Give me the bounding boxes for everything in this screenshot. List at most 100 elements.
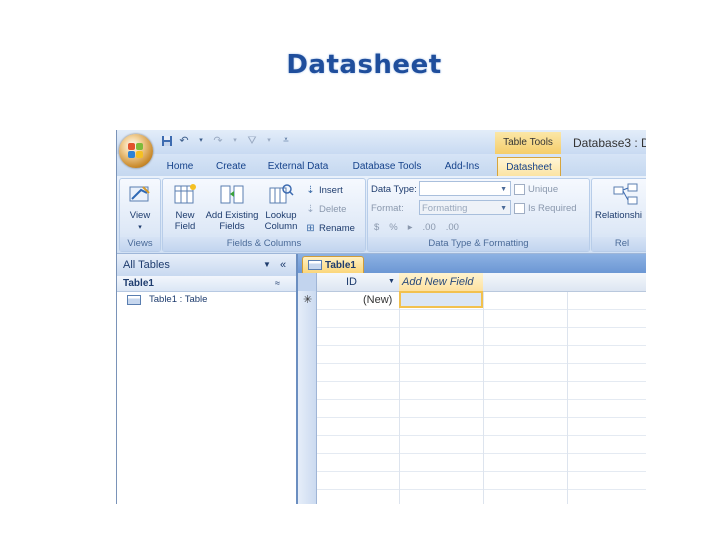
delete-label: Delete	[319, 203, 347, 215]
currency-format-button[interactable]: $	[374, 222, 379, 233]
data-type-label: Data Type:	[371, 183, 417, 195]
delete-column-icon: ⇣	[306, 203, 315, 215]
new-record-id-cell[interactable]: (New)	[363, 291, 392, 309]
table-icon	[308, 260, 322, 270]
collapse-pane-icon[interactable]: «	[280, 254, 286, 276]
new-field-button[interactable]: New Field	[169, 183, 201, 232]
document-tabs: Table1	[298, 254, 646, 273]
rename-column-icon: ⊞	[306, 222, 315, 234]
format-select[interactable]: Formatting ▼	[419, 200, 511, 215]
tab-datasheet[interactable]: Datasheet	[497, 157, 561, 177]
chevron-down-icon: ▼	[500, 205, 507, 212]
rename-label: Rename	[319, 222, 355, 234]
slide-title: Datasheet	[286, 50, 442, 80]
is-required-checkbox[interactable]: Is Required	[514, 201, 577, 215]
collapse-group-icon[interactable]: ≈	[275, 276, 280, 291]
table-tools-context: Table Tools	[495, 132, 561, 154]
comma-format-button[interactable]: ▸	[408, 222, 413, 233]
select-all-corner[interactable]	[298, 273, 316, 291]
tab-add-ins[interactable]: Add-Ins	[439, 157, 485, 176]
chevron-down-icon: ▼	[500, 186, 507, 193]
data-type-formatting-group: Data Type: ▼ Unique Format: Formatting ▼…	[367, 178, 590, 252]
view-label: View	[129, 210, 151, 221]
customize-icon[interactable]: ⩡	[280, 135, 292, 147]
fields-columns-group: New Field Add Existing Fields Lookup Col…	[162, 178, 366, 252]
new-field-icon	[172, 183, 198, 207]
number-format-row: $ % ▸ .00 .00	[374, 220, 459, 234]
chevron-down-icon[interactable]: ▼	[388, 273, 395, 291]
relationships-group: Relationshi Rel	[591, 178, 646, 252]
new-field-label-1: New	[175, 210, 195, 221]
dropdown-icon[interactable]: ▾	[229, 135, 241, 147]
add-existing-fields-icon	[219, 183, 245, 207]
tab-external-data[interactable]: External Data	[265, 157, 331, 176]
add-existing-fields-button[interactable]: Add Existing Fields	[203, 183, 261, 232]
title-bar: ↶ ▾ ↷ ▾ ⛛ ▾ ⩡ Table Tools Database3 : Da	[117, 130, 646, 154]
format-value: Formatting	[422, 203, 468, 214]
lookup-label-2: Column	[264, 221, 298, 232]
dropdown-icon[interactable]: ▾	[263, 135, 275, 147]
filter-icon[interactable]: ⛛	[246, 135, 258, 147]
rename-button[interactable]: ⊞ Rename	[305, 221, 355, 235]
nav-item-table1[interactable]: Table1 : Table	[127, 294, 207, 305]
tab-home[interactable]: Home	[161, 157, 199, 176]
column-header-add-new-field[interactable]: Add New Field	[399, 273, 483, 291]
view-icon	[127, 183, 153, 207]
insert-label: Insert	[319, 184, 343, 196]
chevron-down-icon[interactable]: ▼	[263, 254, 271, 276]
unique-checkbox[interactable]: Unique	[514, 182, 558, 196]
access-window: ↶ ▾ ↷ ▾ ⛛ ▾ ⩡ Table Tools Database3 : Da…	[116, 130, 646, 504]
add-existing-label-2: Fields	[219, 221, 245, 232]
column-divider	[567, 273, 568, 504]
lookup-column-icon	[268, 183, 294, 207]
redo-icon[interactable]: ↷	[212, 135, 224, 147]
nav-group-header[interactable]: Table1 ≈	[117, 276, 296, 292]
lookup-label-1: Lookup	[265, 210, 297, 221]
datasheet-grid[interactable]: ID ▼ Add New Field ✳ (New)	[298, 273, 646, 504]
nav-pane-header[interactable]: All Tables ▼ «	[117, 254, 296, 276]
is-required-check-box[interactable]	[514, 202, 525, 214]
percent-format-button[interactable]: %	[389, 222, 397, 233]
ribbon-tabs: Home Create External Data Database Tools…	[117, 154, 646, 177]
nav-item-label: Table1 : Table	[149, 294, 208, 305]
insert-column-icon: ⇣	[306, 184, 315, 196]
undo-icon[interactable]: ↶	[178, 135, 190, 147]
views-group-label: Views	[120, 237, 160, 251]
dropdown-icon[interactable]: ▾	[195, 135, 207, 147]
document-area: Table1 ID ▼ Add New Field ✳ (New)	[298, 254, 646, 504]
add-existing-label-1: Add Existing	[205, 210, 259, 221]
tab-create[interactable]: Create	[211, 157, 251, 176]
insert-button[interactable]: ⇣ Insert	[305, 183, 343, 197]
quick-access-toolbar: ↶ ▾ ↷ ▾ ⛛ ▾ ⩡	[161, 135, 292, 147]
office-logo-icon	[128, 143, 144, 159]
relationships-label: Relationshi	[595, 210, 642, 221]
data-type-select[interactable]: ▼	[419, 181, 511, 196]
relationships-button[interactable]: Relationshi	[595, 183, 646, 221]
is-required-label: Is Required	[528, 202, 577, 214]
save-icon[interactable]	[161, 135, 173, 147]
delete-button[interactable]: ⇣ Delete	[305, 202, 346, 216]
increase-decimals-button[interactable]: .00	[423, 222, 436, 233]
relationships-group-label: Rel	[592, 237, 646, 251]
new-record-field-cell[interactable]	[399, 291, 483, 308]
views-group: View ▾ Views	[119, 178, 161, 252]
relationships-icon	[613, 183, 639, 207]
fields-columns-group-label: Fields & Columns	[163, 237, 365, 251]
nav-pane-title: All Tables	[123, 259, 170, 271]
tab-database-tools[interactable]: Database Tools	[349, 157, 425, 176]
unique-label: Unique	[528, 183, 559, 195]
document-tab-table1[interactable]: Table1	[302, 256, 364, 273]
data-type-group-label: Data Type & Formatting	[368, 237, 589, 251]
office-button[interactable]	[119, 134, 153, 168]
window-title: Database3 : Da	[573, 136, 646, 150]
column-header-id[interactable]: ID	[346, 273, 357, 291]
decrease-decimals-button[interactable]: .00	[446, 222, 459, 233]
unique-check-box[interactable]	[514, 183, 525, 195]
chevron-down-icon: ▾	[138, 224, 142, 231]
lookup-column-button[interactable]: Lookup Column	[262, 183, 300, 232]
ribbon: View ▾ Views New Field Add Existing Fiel…	[117, 176, 646, 254]
view-button[interactable]: View ▾	[124, 183, 156, 233]
new-record-marker-icon: ✳	[303, 294, 313, 306]
new-field-label-2: Field	[174, 221, 196, 232]
column-divider	[483, 273, 484, 504]
